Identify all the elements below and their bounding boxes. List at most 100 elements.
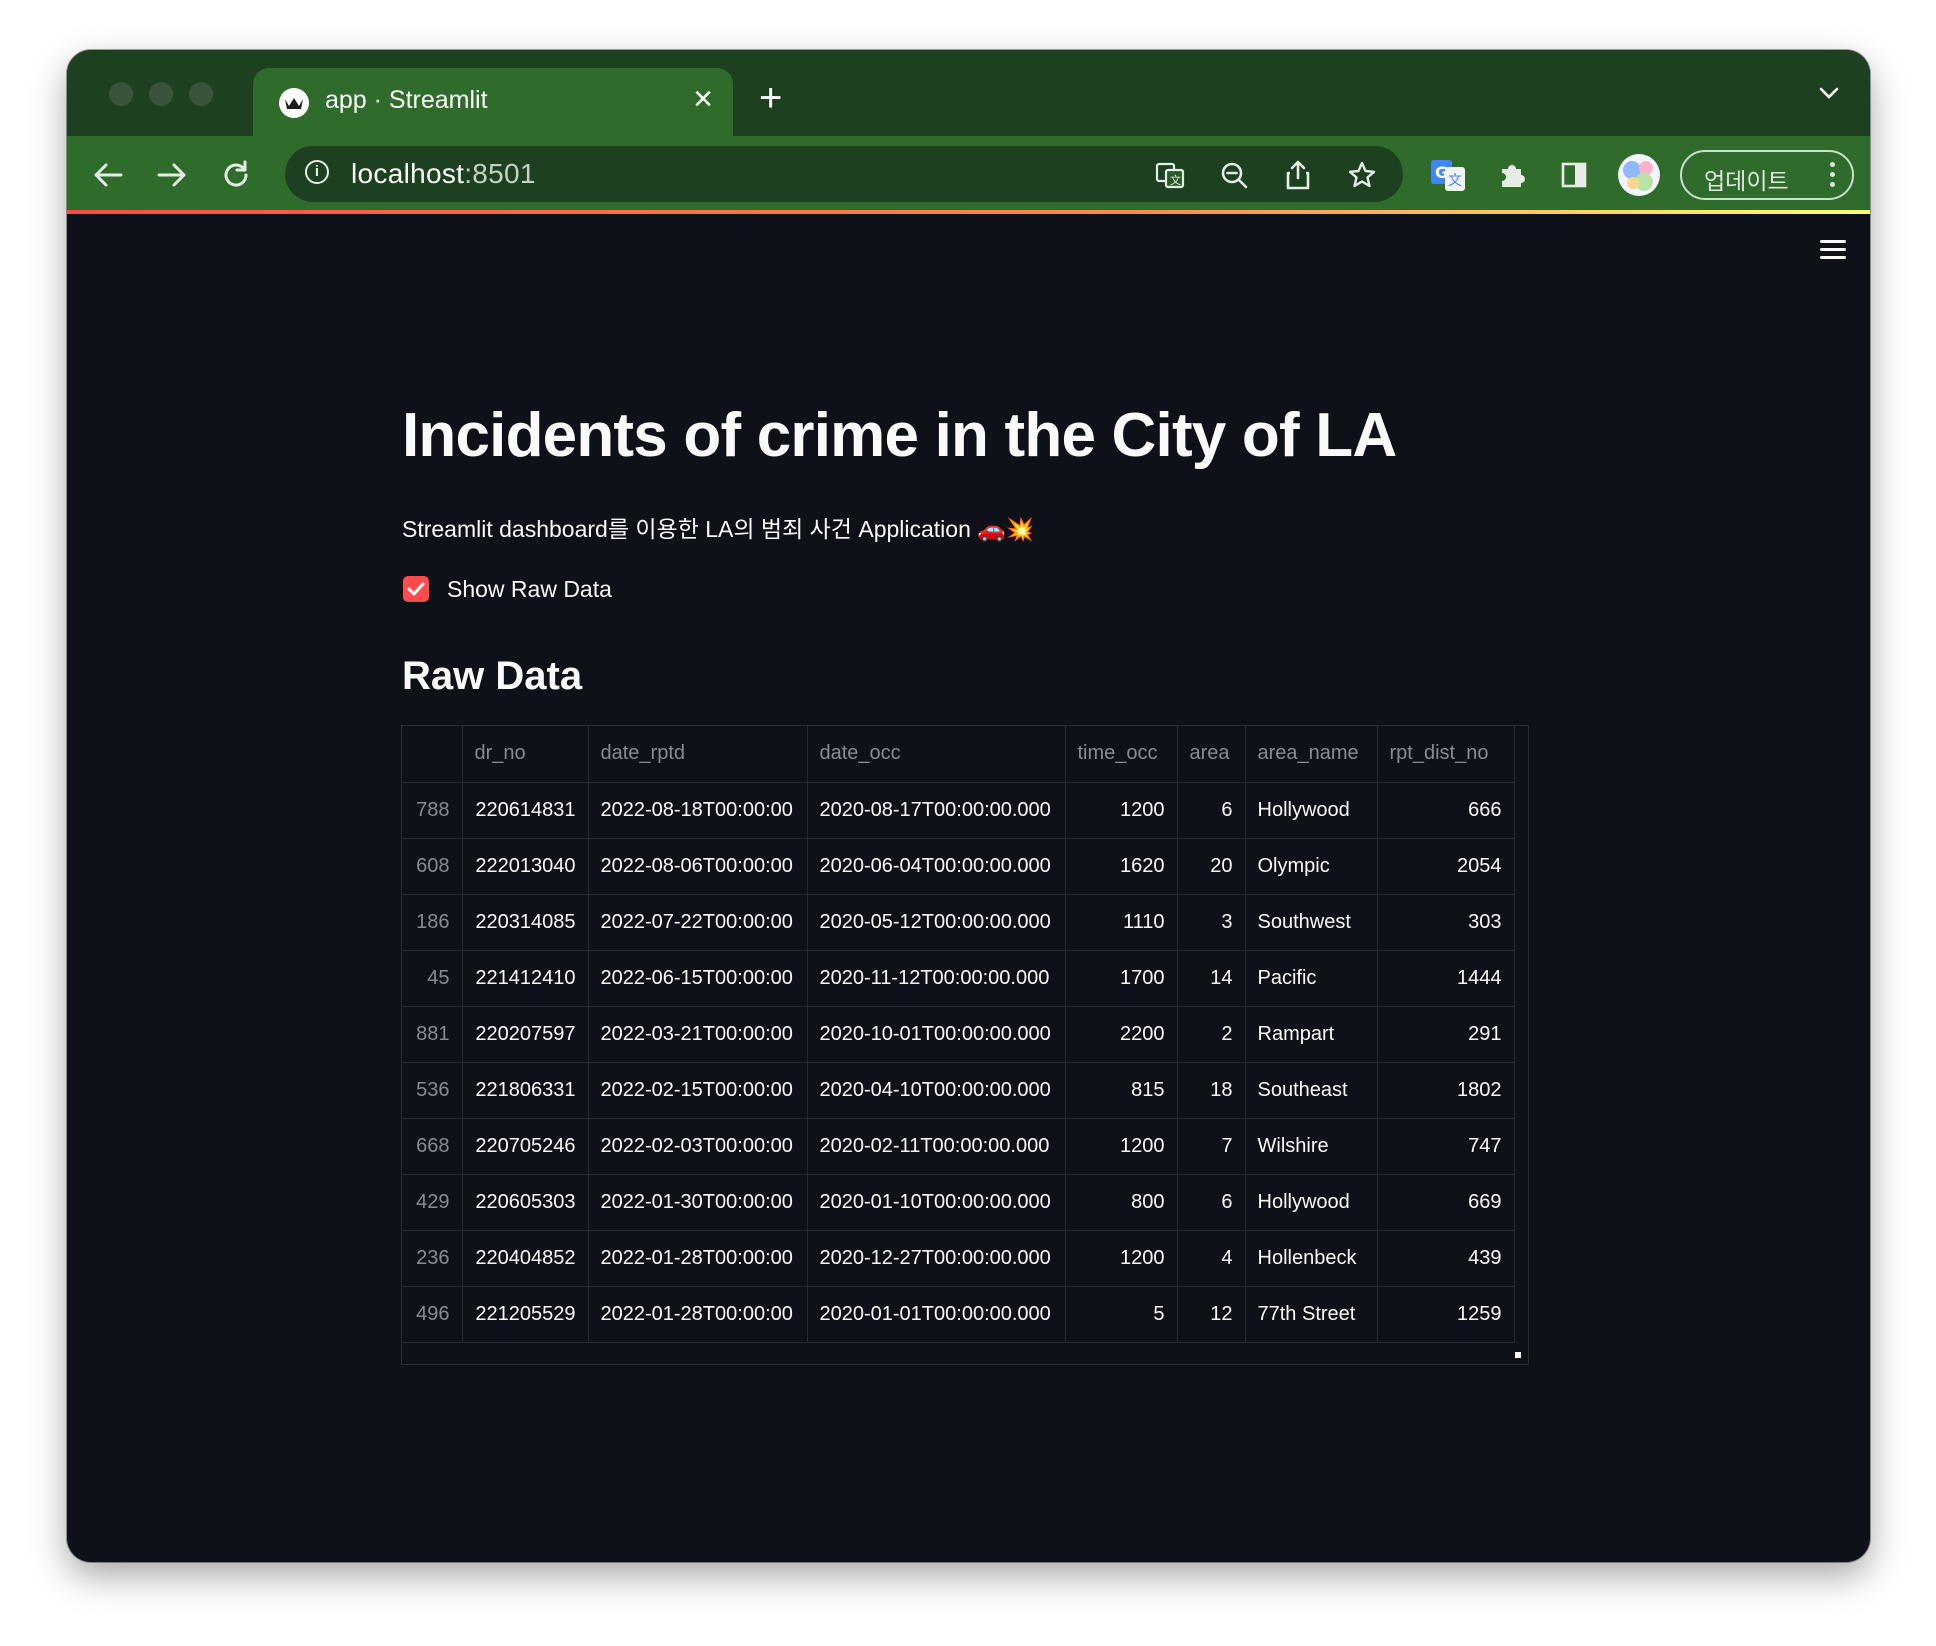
row-index[interactable]: 236 — [402, 1230, 463, 1287]
table-cell[interactable]: 18 — [1177, 1062, 1246, 1119]
table-cell[interactable]: 2022-02-03T00:00:00 — [588, 1118, 808, 1175]
table-cell[interactable]: Hollywood — [1245, 782, 1378, 839]
table-cell[interactable]: 3 — [1177, 894, 1246, 951]
table-cell[interactable]: 2054 — [1377, 838, 1515, 895]
table-cell[interactable]: Wilshire — [1245, 1118, 1378, 1175]
table-cell[interactable]: 2020-08-17T00:00:00.000 — [807, 782, 1066, 839]
table-cell[interactable]: Hollenbeck — [1245, 1230, 1378, 1287]
table-cell[interactable]: 815 — [1065, 1062, 1178, 1119]
table-cell[interactable]: 12 — [1177, 1286, 1246, 1343]
table-cell[interactable]: 439 — [1377, 1230, 1515, 1287]
google-translate-extension-icon[interactable]: G文 — [1429, 156, 1467, 194]
table-cell[interactable]: 2200 — [1065, 1006, 1178, 1063]
translate-icon[interactable]: 文 — [1155, 160, 1185, 190]
table-cell[interactable]: 221412410 — [462, 950, 589, 1007]
table-cell[interactable]: 1110 — [1065, 894, 1178, 951]
back-icon[interactable] — [89, 156, 127, 194]
row-index[interactable]: 788 — [402, 782, 463, 839]
column-header-index[interactable] — [402, 726, 463, 783]
table-cell[interactable]: 220207597 — [462, 1006, 589, 1063]
table-cell[interactable]: 2022-08-18T00:00:00 — [588, 782, 808, 839]
column-header-area-name[interactable]: area_name — [1245, 726, 1378, 783]
table-cell[interactable]: 2022-01-28T00:00:00 — [588, 1230, 808, 1287]
new-tab-icon[interactable]: + — [759, 78, 782, 118]
table-cell[interactable]: 2020-01-10T00:00:00.000 — [807, 1174, 1066, 1231]
table-cell[interactable]: 2022-02-15T00:00:00 — [588, 1062, 808, 1119]
window-close-control[interactable] — [109, 82, 133, 106]
raw-data-table[interactable]: dr_no date_rptd date_occ time_occ area area_n… — [401, 725, 1529, 1365]
table-cell[interactable]: Olympic — [1245, 838, 1378, 895]
table-cell[interactable]: Pacific — [1245, 950, 1378, 1007]
table-cell[interactable]: 1700 — [1065, 950, 1178, 1007]
table-cell[interactable]: 800 — [1065, 1174, 1178, 1231]
url-text[interactable]: localhost:8501 — [351, 158, 536, 190]
table-cell[interactable]: 2020-11-12T00:00:00.000 — [807, 950, 1066, 1007]
table-cell[interactable]: 1200 — [1065, 1230, 1178, 1287]
table-cell[interactable]: 2 — [1177, 1006, 1246, 1063]
side-panel-icon[interactable] — [1555, 156, 1593, 194]
table-cell[interactable]: 669 — [1377, 1174, 1515, 1231]
row-index[interactable]: 186 — [402, 894, 463, 951]
reload-icon[interactable] — [217, 156, 255, 194]
row-index[interactable]: 536 — [402, 1062, 463, 1119]
table-cell[interactable]: 5 — [1065, 1286, 1178, 1343]
row-index[interactable]: 429 — [402, 1174, 463, 1231]
row-index[interactable]: 496 — [402, 1286, 463, 1343]
table-cell[interactable]: 14 — [1177, 950, 1246, 1007]
row-index[interactable]: 608 — [402, 838, 463, 895]
address-bar[interactable]: i localhost:8501 文 — [285, 146, 1403, 202]
table-cell[interactable]: 2022-01-28T00:00:00 — [588, 1286, 808, 1343]
update-button[interactable]: 업데이트 — [1680, 150, 1854, 200]
table-cell[interactable]: 1259 — [1377, 1286, 1515, 1343]
table-cell[interactable]: 2020-06-04T00:00:00.000 — [807, 838, 1066, 895]
table-cell[interactable]: 2022-06-15T00:00:00 — [588, 950, 808, 1007]
table-cell[interactable]: 7 — [1177, 1118, 1246, 1175]
row-index[interactable]: 668 — [402, 1118, 463, 1175]
zoom-out-icon[interactable] — [1219, 160, 1249, 190]
table-cell[interactable]: 2020-01-01T00:00:00.000 — [807, 1286, 1066, 1343]
table-cell[interactable]: 220314085 — [462, 894, 589, 951]
column-header-date-rptd[interactable]: date_rptd — [588, 726, 808, 783]
table-cell[interactable]: Southeast — [1245, 1062, 1378, 1119]
table-cell[interactable]: 221205529 — [462, 1286, 589, 1343]
table-cell[interactable]: 77th Street — [1245, 1286, 1378, 1343]
table-cell[interactable]: 666 — [1377, 782, 1515, 839]
column-header-time-occ[interactable]: time_occ — [1065, 726, 1178, 783]
table-cell[interactable]: 221806331 — [462, 1062, 589, 1119]
window-minimize-control[interactable] — [149, 82, 173, 106]
profile-avatar[interactable] — [1617, 153, 1661, 197]
table-cell[interactable]: 220605303 — [462, 1174, 589, 1231]
hamburger-menu-icon[interactable] — [1820, 240, 1846, 264]
column-header-dr-no[interactable]: dr_no — [462, 726, 589, 783]
window-zoom-control[interactable] — [189, 82, 213, 106]
table-cell[interactable]: 2020-02-11T00:00:00.000 — [807, 1118, 1066, 1175]
close-icon[interactable]: × — [693, 80, 713, 119]
table-cell[interactable]: 1802 — [1377, 1062, 1515, 1119]
table-cell[interactable]: 2020-05-12T00:00:00.000 — [807, 894, 1066, 951]
table-cell[interactable]: 6 — [1177, 1174, 1246, 1231]
table-cell[interactable]: 220705246 — [462, 1118, 589, 1175]
column-header-rpt-dist-no[interactable]: rpt_dist_no — [1377, 726, 1515, 783]
tab-app-streamlit[interactable]: app · Streamlit × — [253, 68, 733, 136]
table-cell[interactable]: Rampart — [1245, 1006, 1378, 1063]
table-cell[interactable]: Southwest — [1245, 894, 1378, 951]
forward-icon[interactable] — [153, 156, 191, 194]
table-cell[interactable]: 291 — [1377, 1006, 1515, 1063]
row-index[interactable]: 45 — [402, 950, 463, 1007]
table-cell[interactable]: 20 — [1177, 838, 1246, 895]
extensions-puzzle-icon[interactable] — [1493, 156, 1531, 194]
table-cell[interactable]: 220404852 — [462, 1230, 589, 1287]
table-cell[interactable]: 2022-03-21T00:00:00 — [588, 1006, 808, 1063]
table-cell[interactable]: 1200 — [1065, 1118, 1178, 1175]
table-cell[interactable]: 4 — [1177, 1230, 1246, 1287]
table-cell[interactable]: 1444 — [1377, 950, 1515, 1007]
table-cell[interactable]: 2020-10-01T00:00:00.000 — [807, 1006, 1066, 1063]
table-cell[interactable]: 2020-12-27T00:00:00.000 — [807, 1230, 1066, 1287]
table-cell[interactable]: 303 — [1377, 894, 1515, 951]
table-cell[interactable]: 220614831 — [462, 782, 589, 839]
bookmark-star-icon[interactable] — [1347, 160, 1377, 190]
checkmark-icon[interactable] — [403, 576, 429, 602]
site-info-icon[interactable]: i — [305, 160, 329, 184]
table-cell[interactable]: 2020-04-10T00:00:00.000 — [807, 1062, 1066, 1119]
table-cell[interactable]: 1620 — [1065, 838, 1178, 895]
